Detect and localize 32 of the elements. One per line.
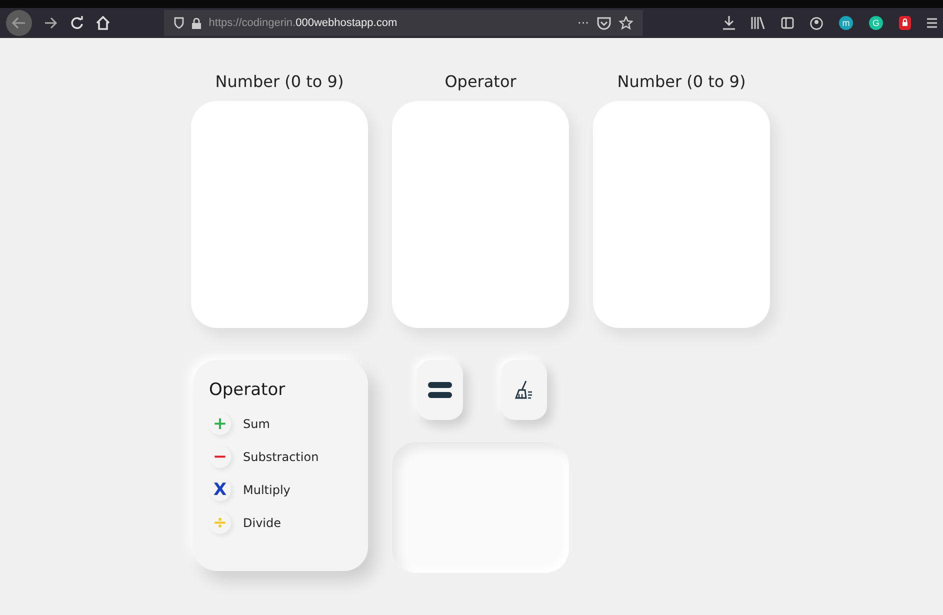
star-icon[interactable]	[619, 16, 633, 30]
download-icon[interactable]	[723, 16, 735, 30]
operator-label: Substraction	[243, 450, 319, 464]
input-field[interactable]	[392, 101, 569, 328]
forward-icon[interactable]	[44, 16, 58, 30]
lock-icon	[192, 18, 201, 28]
equals-icon	[428, 382, 452, 398]
input-field[interactable]	[191, 101, 368, 328]
address-bar[interactable]: https://codingerin.000webhostapp.com ···	[164, 10, 643, 36]
url-text: https://codingerin.000webhostapp.com	[208, 17, 398, 29]
panel-title: Operator	[209, 380, 286, 400]
field-label: Operator	[444, 72, 516, 91]
field-label: Number (0 to 9)	[617, 72, 746, 91]
menu-icon[interactable]	[927, 17, 937, 29]
pocket-icon[interactable]	[597, 16, 611, 30]
field-label: Number (0 to 9)	[215, 72, 344, 91]
operator-label: Sum	[243, 417, 270, 431]
home-icon[interactable]	[96, 16, 110, 30]
lock-icon[interactable]	[899, 16, 911, 30]
account-icon[interactable]	[810, 16, 823, 30]
operator-label: Divide	[243, 516, 282, 530]
equals-button[interactable]	[417, 360, 463, 420]
library-icon[interactable]	[751, 17, 765, 29]
reload-icon[interactable]	[70, 16, 84, 30]
page-actions-button[interactable]: ···	[578, 16, 589, 30]
input-field[interactable]	[593, 101, 770, 328]
operator-label: Multiply	[243, 483, 290, 497]
clear-button[interactable]	[501, 360, 547, 420]
broom-icon	[515, 380, 533, 400]
shield-icon	[174, 17, 184, 29]
back-icon[interactable]	[6, 10, 32, 36]
sidebar-icon[interactable]	[781, 17, 794, 29]
